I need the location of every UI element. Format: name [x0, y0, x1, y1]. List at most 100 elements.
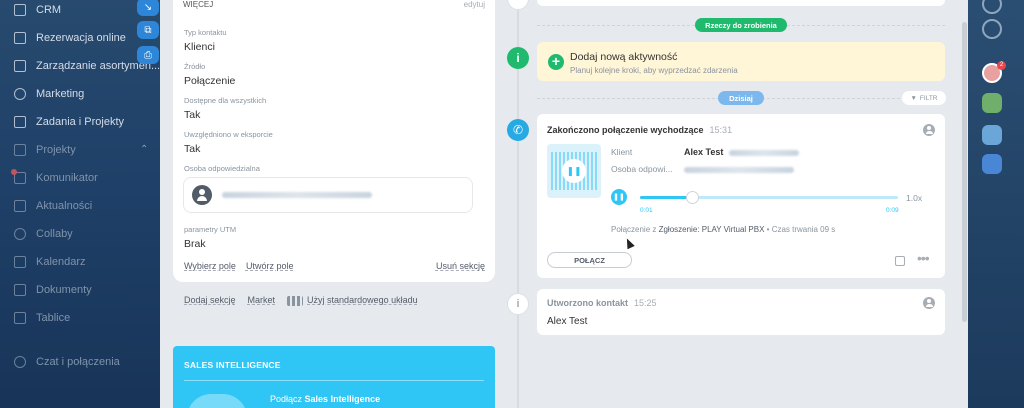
phone-outgoing-icon: ✆	[507, 119, 529, 141]
sidebar-item-projects[interactable]: Projekty	[14, 140, 76, 160]
left-sidebar: CRM Rezerwacja online Zarządzanie asorty…	[0, 0, 160, 408]
field-value: Klienci	[184, 41, 215, 53]
sidebar-item-crm[interactable]: CRM	[14, 0, 61, 20]
sidebar-item-collabs[interactable]: Collaby	[14, 224, 73, 244]
responsible-person[interactable]	[183, 177, 473, 213]
section-title: WIĘCEJ	[183, 0, 214, 9]
box-icon	[14, 60, 26, 72]
blurred-phone	[729, 150, 799, 156]
audio-progress-fill	[640, 196, 692, 199]
select-field-link[interactable]: Wybierz pole	[184, 261, 236, 271]
field-value: Brak	[184, 238, 206, 250]
info-icon: i	[507, 47, 529, 69]
scrollbar[interactable]	[962, 22, 967, 322]
user-icon[interactable]	[923, 124, 935, 136]
audio-progress-track[interactable]	[640, 191, 898, 204]
field-export: Uwzględniono w eksporcie Tak	[184, 130, 273, 155]
todo-title: Dodaj nową aktywność	[570, 51, 678, 63]
today-pill: Dzisiaj	[718, 91, 764, 105]
calendar-icon	[14, 32, 26, 44]
funnel-icon: ▼	[910, 94, 917, 102]
sidebar-item-boards[interactable]: Tablice	[14, 308, 70, 328]
notification-badge: 2	[997, 61, 1006, 70]
sidebar-item-booking[interactable]: Rezerwacja online	[14, 28, 126, 48]
search-icon[interactable]	[982, 19, 1002, 39]
field-source: Źródło Połączenie	[184, 62, 235, 87]
client-value[interactable]: Alex Test	[684, 147, 723, 157]
audio-progress-handle[interactable]	[685, 191, 699, 204]
sidebar-item-documents[interactable]: Dokumenty	[14, 280, 92, 300]
blurred-person	[684, 167, 794, 173]
news-icon	[14, 200, 26, 212]
chat-icon	[11, 169, 26, 184]
si-title: SALES INTELLIGENCE	[184, 360, 281, 370]
field-value: Tak	[184, 143, 201, 155]
call-card: Zakończono połączenie wychodzące 15:31 ❚❚…	[537, 114, 945, 278]
chat-icon[interactable]	[982, 125, 1002, 145]
sidebar-item-news[interactable]: Aktualności	[14, 196, 92, 216]
user-icon[interactable]	[923, 297, 935, 309]
playback-speed[interactable]: 1.0x	[906, 193, 922, 203]
contact-name[interactable]: Alex Test	[547, 316, 587, 327]
created-time: 15:25	[634, 298, 657, 308]
print-icon[interactable]: ⎙	[137, 46, 159, 64]
more-icon[interactable]: •••	[917, 251, 930, 265]
todo-subtitle: Planuj kolejne kroki, aby wyprzedzać zda…	[570, 66, 738, 75]
divider	[184, 380, 484, 381]
connect-button[interactable]: POŁĄCZ	[547, 252, 632, 268]
settings-icon[interactable]	[982, 0, 1002, 14]
bookmark-icon[interactable]	[982, 154, 1002, 174]
sidebar-item-calls[interactable]: Czat i połączenia	[14, 352, 120, 372]
collab-icon	[14, 228, 26, 240]
previous-card	[537, 0, 945, 6]
field-label: Uwzględniono w eksporcie	[184, 130, 273, 139]
field-label: Źródło	[184, 62, 206, 71]
call-title: Zakończono połączenie wychodzące 15:31	[547, 125, 733, 135]
plus-icon: +	[548, 54, 564, 70]
sales-intelligence-card: SALES INTELLIGENCE Podłącz Sales Intelli…	[173, 346, 495, 408]
section-actions: Wybierz pole Utwórz pole Usuń sekcję	[184, 261, 485, 271]
sidebar-item-messenger[interactable]: Komunikator	[11, 168, 98, 188]
created-title: Utworzono kontakt 15:25	[547, 298, 657, 308]
note-icon[interactable]	[895, 256, 905, 266]
market-link[interactable]: Market	[248, 295, 276, 305]
document-icon	[14, 284, 26, 296]
connection-note: Połączenie z Zgłoszenie: PLAY Virtual PB…	[611, 225, 836, 234]
cloud-icon	[187, 394, 247, 408]
create-field-link[interactable]: Utwórz pole	[246, 261, 294, 271]
info-icon: i	[507, 293, 529, 315]
chevron-up-icon[interactable]: ⌃	[140, 144, 148, 155]
field-label: Osoba odpowiedzialna	[184, 164, 260, 173]
field-utm: parametry UTM Brak	[184, 225, 236, 250]
add-section-link[interactable]: Dodaj sekcję	[184, 295, 236, 305]
open-external-icon[interactable]: ⧉	[137, 21, 159, 39]
contact-created-card: Utworzono kontakt 15:25 Alex Test	[537, 289, 945, 335]
client-label: Klient	[611, 147, 633, 157]
default-layout-link[interactable]: Użyj standardowego układu	[287, 295, 418, 306]
edit-link[interactable]: edytuj	[464, 0, 485, 9]
checkbox-icon	[14, 116, 26, 128]
filter-button[interactable]: ▼ FILTR	[902, 91, 946, 105]
apps-icon[interactable]	[982, 93, 1002, 113]
si-connect-link[interactable]: Podłącz Sales Intelligence	[270, 394, 380, 404]
timeline-dot	[507, 0, 529, 10]
blurred-name	[222, 192, 372, 198]
field-label: parametry UTM	[184, 225, 237, 234]
sidebar-item-tasks[interactable]: Zadania i Projekty	[14, 112, 124, 132]
sidebar-item-marketing[interactable]: Marketing	[14, 84, 84, 104]
connection-source: Zgłoszenie: PLAY Virtual PBX	[658, 225, 765, 234]
pause-button[interactable]: ❚❚	[611, 189, 627, 205]
main-area: WIĘCEJ edytuj Typ kontaktu Klienci Źródł…	[160, 0, 968, 408]
time-start: 0:01	[640, 207, 653, 214]
todo-pill: Rzeczy do zrobienia	[695, 18, 787, 32]
sidebar-item-calendar[interactable]: Kalendarz	[14, 252, 86, 272]
user-avatar-icon	[192, 185, 212, 205]
responsible-label: Osoba odpowi...	[611, 164, 673, 174]
field-label: Dostępne dla wszystkich	[184, 96, 267, 105]
collapse-arrow-icon[interactable]: ↘	[137, 0, 159, 16]
audio-thumbnail[interactable]: ❚❚	[547, 144, 601, 198]
field-value: Tak	[184, 109, 201, 121]
add-activity-card[interactable]: + Dodaj nową aktywność Planuj kolejne kr…	[537, 42, 945, 81]
delete-section-link[interactable]: Usuń sekcję	[436, 261, 485, 271]
filter-icon	[14, 4, 26, 16]
